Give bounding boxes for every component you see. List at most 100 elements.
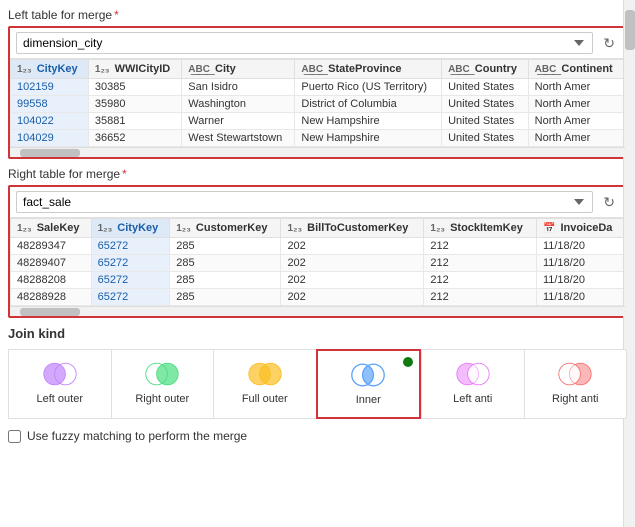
right-table-cell: 285 (170, 238, 281, 255)
main-container: Left table for merge * dimension_city ↻ … (0, 0, 635, 527)
left-table-scroll-wrapper[interactable]: 1₂₃ CityKey 1₂₃ WWICityID A͟B͟C͟ City A͟… (10, 59, 625, 157)
left-table-cell: Puerto Rico (US Territory) (295, 79, 442, 96)
left-table-required-star: * (114, 8, 119, 22)
left-anti-venn-icon (455, 360, 491, 388)
right-data-table: 1₂₃ SaleKey 1₂₃ CityKey 1₂₃ CustomerKey … (10, 218, 625, 306)
right-table-row: 482893476527228520221211/18/20 (11, 238, 625, 255)
right-table-cell: 65272 (91, 238, 170, 255)
left-col-continent[interactable]: A͟B͟C͟ Continent (528, 60, 624, 79)
join-option-inner[interactable]: Inner (316, 349, 422, 419)
left-table-label-text: Left table for merge (8, 8, 112, 22)
right-table-cell: 48289407 (11, 255, 92, 272)
left-table-cell: United States (442, 79, 529, 96)
right-col-billtocustomerkey[interactable]: 1₂₃ BillToCustomerKey (281, 219, 424, 238)
scroll-thumb[interactable] (625, 10, 635, 50)
left-table-row: 10402936652West StewartstownNew Hampshir… (11, 130, 625, 147)
left-table-cell: West Stewartstown (182, 130, 295, 147)
join-option-right-anti[interactable]: Right anti (524, 349, 628, 419)
join-option-left-anti[interactable]: Left anti (421, 349, 524, 419)
left-table-hscroll[interactable] (10, 147, 625, 157)
right-col-stockitemkey[interactable]: 1₂₃ StockItemKey (424, 219, 537, 238)
left-table-section: dimension_city ↻ 1₂₃ CityKey 1₂₃ WWICity… (8, 26, 627, 159)
fuzzy-match-label: Use fuzzy matching to perform the merge (27, 429, 247, 443)
col-123-icon: 1₂₃ (17, 64, 32, 75)
right-table-dropdown[interactable]: fact_sale (16, 191, 593, 213)
right-table-cell: 202 (281, 289, 424, 306)
right-table-cell: 202 (281, 255, 424, 272)
right-table-cell: 48288208 (11, 272, 92, 289)
left-table-cell: North Amer (528, 96, 624, 113)
right-col-invoiceda[interactable]: 📅 InvoiceDa (536, 219, 624, 238)
inner-venn-icon (350, 361, 386, 389)
left-col-wwicityid[interactable]: 1₂₃ WWICityID (88, 60, 181, 79)
right-table-cell: 65272 (91, 272, 170, 289)
col-123-icon-r5: 1₂₃ (430, 223, 445, 234)
right-table-hscroll[interactable] (10, 306, 625, 316)
right-table-dropdown-row: fact_sale ↻ (10, 187, 625, 218)
right-table-row: 482889286527228520221211/18/20 (11, 289, 625, 306)
left-table-cell: North Amer (528, 79, 624, 96)
col-abc-icon: A͟B͟C͟ (188, 64, 210, 75)
left-table-cell: 30385 (88, 79, 181, 96)
left-table-cell: 104029 (11, 130, 89, 147)
right-table-label: Right table for merge * (8, 167, 627, 181)
join-kind-label: Join kind (8, 326, 627, 341)
fuzzy-match-checkbox[interactable] (8, 430, 21, 443)
join-option-full-outer[interactable]: Full outer (213, 349, 316, 419)
right-table-section: fact_sale ↻ 1₂₃ SaleKey 1₂₃ CityKey 1₂₃ … (8, 185, 627, 318)
left-table-cell: 102159 (11, 79, 89, 96)
col-123-icon-2: 1₂₃ (95, 64, 110, 75)
right-table-cell: 48289347 (11, 238, 92, 255)
inner-selected-dot (403, 357, 413, 367)
right-table-refresh-button[interactable]: ↻ (599, 192, 619, 213)
left-table-hscroll-thumb[interactable] (20, 149, 80, 157)
left-table-cell: District of Columbia (295, 96, 442, 113)
right-col-salekey[interactable]: 1₂₃ SaleKey (11, 219, 92, 238)
col-123-icon-r2: 1₂₃ (98, 223, 113, 234)
right-table-cell: 285 (170, 289, 281, 306)
join-options-container: Left outer Right outer Full outer (8, 349, 627, 419)
right-table-cell: 212 (424, 272, 537, 289)
left-col-citykey[interactable]: 1₂₃ CityKey (11, 60, 89, 79)
full-outer-venn-icon (247, 360, 283, 388)
col-abc-icon-3: A͟B͟C͟ (448, 64, 470, 75)
left-outer-venn-icon (42, 360, 78, 388)
right-table-row: 482894076527228520221211/18/20 (11, 255, 625, 272)
full-outer-label: Full outer (242, 392, 288, 406)
left-table-refresh-button[interactable]: ↻ (599, 33, 619, 54)
right-table-cell: 11/18/20 (536, 289, 624, 306)
left-table-cell: New Hampshire (295, 130, 442, 147)
left-col-city[interactable]: A͟B͟C͟ City (182, 60, 295, 79)
col-123-icon-r3: 1₂₃ (176, 223, 191, 234)
left-table-row: 9955835980WashingtonDistrict of Columbia… (11, 96, 625, 113)
left-table-dropdown[interactable]: dimension_city (16, 32, 593, 54)
right-table-label-text: Right table for merge (8, 167, 120, 181)
col-abc-icon-4: A͟B͟C͟ (535, 64, 557, 75)
right-table-cell: 11/18/20 (536, 272, 624, 289)
right-table-cell: 285 (170, 272, 281, 289)
right-col-citykey[interactable]: 1₂₃ CityKey (91, 219, 170, 238)
left-anti-label: Left anti (453, 392, 492, 406)
right-outer-venn-icon (144, 360, 180, 388)
right-table-cell: 202 (281, 238, 424, 255)
right-table-required-star: * (122, 167, 127, 181)
left-col-stateprovince[interactable]: A͟B͟C͟ StateProvince (295, 60, 442, 79)
join-option-right-outer[interactable]: Right outer (111, 349, 214, 419)
left-table-cell: 99558 (11, 96, 89, 113)
left-table-row: 10402235881WarnerNew HampshireUnited Sta… (11, 113, 625, 130)
right-table-cell: 212 (424, 255, 537, 272)
right-table-cell: 212 (424, 289, 537, 306)
join-option-left-outer[interactable]: Left outer (8, 349, 111, 419)
left-table-cell: 35980 (88, 96, 181, 113)
right-table-hscroll-thumb[interactable] (20, 308, 80, 316)
right-table-cell: 11/18/20 (536, 238, 624, 255)
left-col-country[interactable]: A͟B͟C͟ Country (442, 60, 529, 79)
col-123-icon-r4: 1₂₃ (287, 223, 302, 234)
left-table-cell: 104022 (11, 113, 89, 130)
left-table-cell: San Isidro (182, 79, 295, 96)
right-table-cell: 48288928 (11, 289, 92, 306)
vertical-scrollbar[interactable] (623, 0, 635, 527)
right-col-customerkey[interactable]: 1₂₃ CustomerKey (170, 219, 281, 238)
right-table-scroll-wrapper[interactable]: 1₂₃ SaleKey 1₂₃ CityKey 1₂₃ CustomerKey … (10, 218, 625, 316)
left-outer-label: Left outer (37, 392, 83, 406)
